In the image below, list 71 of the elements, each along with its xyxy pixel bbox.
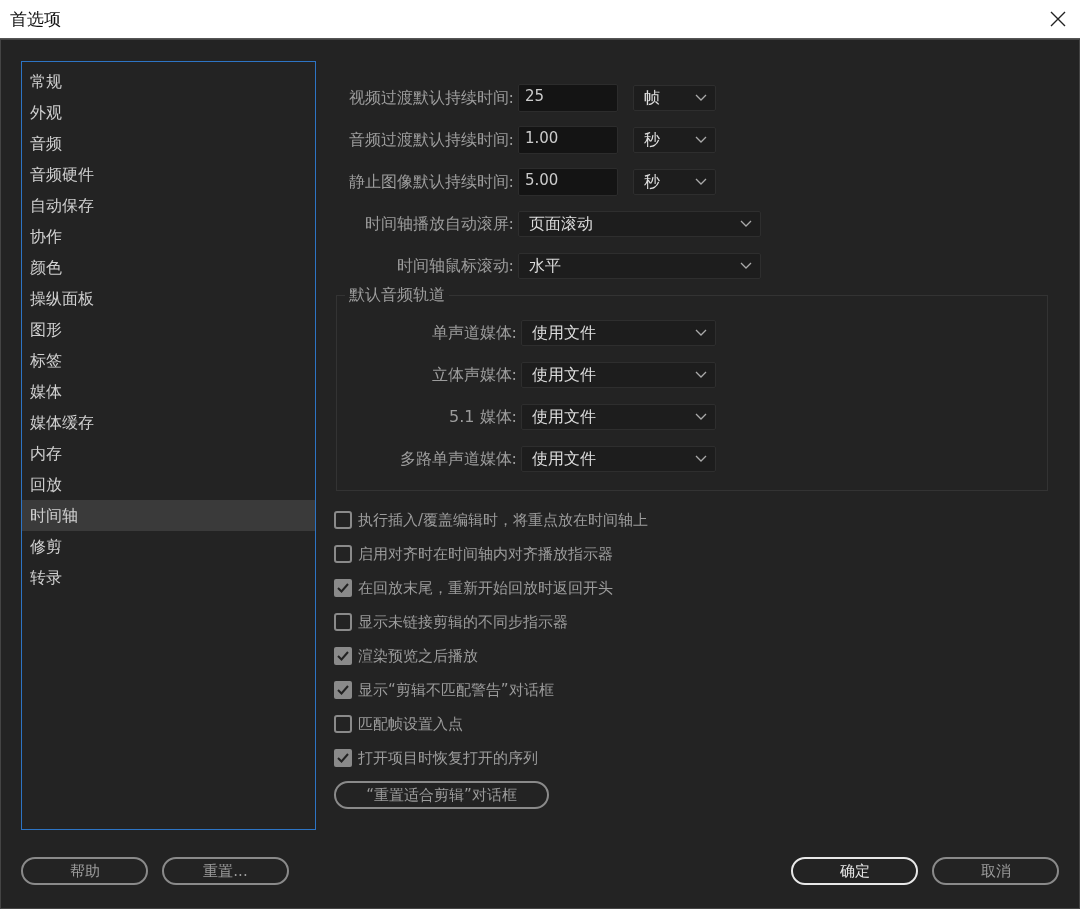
duration-field[interactable]: 5.00 [518, 168, 618, 196]
category-item[interactable]: 修剪 [22, 531, 315, 562]
category-item[interactable]: 外观 [22, 97, 315, 128]
category-item[interactable]: 内存 [22, 438, 315, 469]
footer-button[interactable]: 确定 [791, 857, 918, 885]
track-dropdown[interactable]: 使用文件 [521, 446, 716, 472]
duration-field[interactable]: 25 [518, 84, 618, 112]
category-item[interactable]: 音频硬件 [22, 159, 315, 190]
scroll-dropdown[interactable]: 水平 [518, 253, 761, 279]
field-label: 5.1 媒体: [448, 406, 518, 428]
option-label: 渲染预览之后播放 [358, 646, 478, 666]
category-item[interactable]: 回放 [22, 469, 315, 500]
category-item[interactable]: 协作 [22, 221, 315, 252]
unit-dropdown[interactable]: 帧 [633, 85, 716, 111]
track-dropdown[interactable]: 使用文件 [521, 320, 716, 346]
footer-button[interactable]: 重置... [162, 857, 289, 885]
window-title: 首选项 [10, 7, 61, 31]
category-item[interactable]: 媒体 [22, 376, 315, 407]
checkbox[interactable] [334, 511, 352, 529]
scroll-dropdown[interactable]: 页面滚动 [518, 211, 761, 237]
chevron-icon [695, 329, 707, 337]
footer-button[interactable]: 取消 [932, 857, 1059, 885]
chevron-icon [695, 371, 707, 379]
checked-checkbox[interactable] [334, 681, 352, 699]
unit-dropdown[interactable]: 秒 [633, 169, 716, 195]
category-item[interactable]: 媒体缓存 [22, 407, 315, 438]
track-dropdown[interactable]: 使用文件 [521, 404, 716, 430]
field-label: 时间轴鼠标滚动: [395, 255, 515, 277]
category-item[interactable]: 图形 [22, 314, 315, 345]
option-label: 显示“剪辑不匹配警告”对话框 [358, 680, 554, 700]
checked-checkbox[interactable] [334, 647, 352, 665]
option-label: 显示未链接剪辑的不同步指示器 [358, 612, 568, 632]
option-label: 打开项目时恢复打开的序列 [358, 748, 538, 768]
field-label: 时间轴播放自动滚屏: [363, 213, 515, 235]
checked-checkbox[interactable] [334, 749, 352, 767]
category-item[interactable]: 音频 [22, 128, 315, 159]
field-label: 立体声媒体: [430, 364, 518, 386]
category-item[interactable]: 颜色 [22, 252, 315, 283]
category-item[interactable]: 转录 [22, 562, 315, 593]
category-item[interactable]: 自动保存 [22, 190, 315, 221]
field-label: 静止图像默认持续时间: [347, 171, 515, 193]
category-item[interactable]: 常规 [22, 66, 315, 97]
checked-checkbox[interactable] [334, 579, 352, 597]
group-title: 默认音频轨道 [345, 285, 449, 306]
chevron-icon [695, 178, 707, 186]
checkbox[interactable] [334, 715, 352, 733]
reset-dialog-button[interactable]: “重置适合剪辑”对话框 [334, 781, 549, 809]
option-label: 执行插入/覆盖编辑时，将重点放在时间轴上 [358, 510, 649, 530]
field-label: 多路单声道媒体: [398, 448, 518, 470]
field-label: 单声道媒体: [430, 322, 518, 344]
option-label: 匹配帧设置入点 [358, 714, 463, 734]
chevron-icon [695, 136, 707, 144]
field-label: 视频过渡默认持续时间: [347, 87, 515, 109]
chevron-icon [740, 262, 752, 270]
checkbox[interactable] [334, 545, 352, 563]
chevron-icon [695, 455, 707, 463]
close-icon[interactable] [1050, 11, 1066, 27]
category-item[interactable]: 标签 [22, 345, 315, 376]
option-label: 启用对齐时在时间轴内对齐播放指示器 [358, 544, 613, 564]
track-dropdown[interactable]: 使用文件 [521, 362, 716, 388]
checkbox[interactable] [334, 613, 352, 631]
chevron-icon [740, 220, 752, 228]
unit-dropdown[interactable]: 秒 [633, 127, 716, 153]
footer-button[interactable]: 帮助 [21, 857, 148, 885]
category-item[interactable]: 操纵面板 [22, 283, 315, 314]
field-label: 音频过渡默认持续时间: [347, 129, 515, 151]
chevron-icon [695, 94, 707, 102]
option-label: 在回放末尾，重新开始回放时返回开头 [358, 578, 613, 598]
chevron-icon [695, 413, 707, 421]
category-item[interactable]: 时间轴 [22, 500, 315, 531]
duration-field[interactable]: 1.00 [518, 126, 618, 154]
